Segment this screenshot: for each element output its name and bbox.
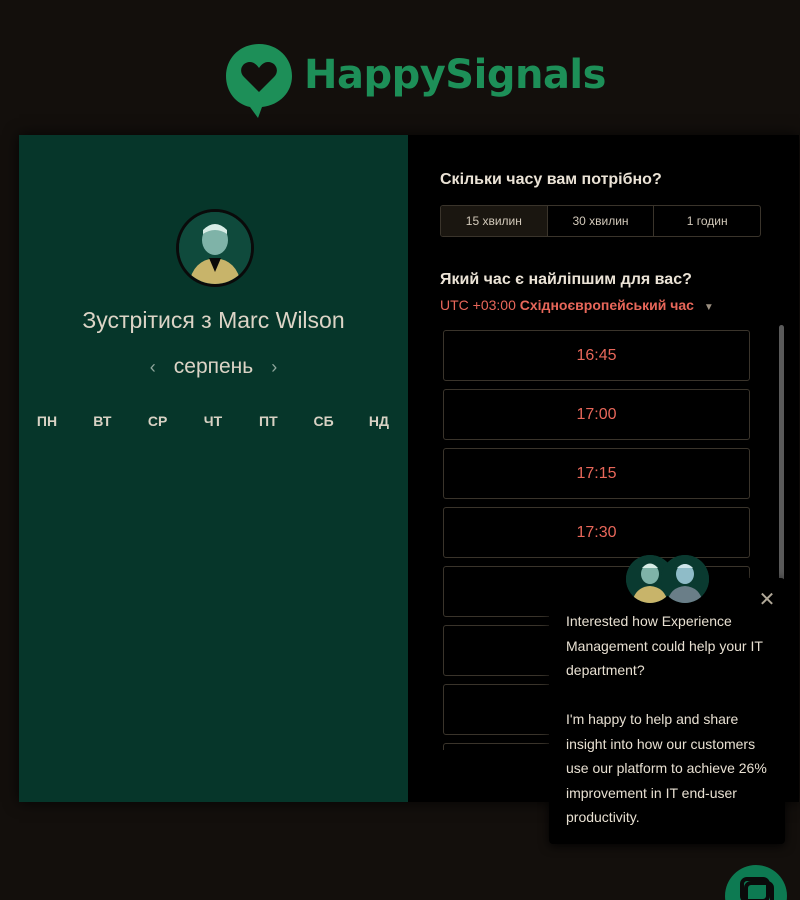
calendar-panel: Зустрітися з Marc Wilson ‹ серпень › ПН … (19, 135, 408, 802)
person-photo-icon (179, 212, 251, 284)
chat-popup: ✕ Interested how Experience Management c… (549, 578, 785, 844)
weekday-fri: ПТ (259, 413, 278, 429)
weekday-tue: ВТ (93, 413, 112, 429)
meeting-title: Зустрітися з Marc Wilson (19, 307, 408, 334)
duration-option-60[interactable]: 1 годин (653, 206, 760, 236)
heart-speech-bubble-icon (226, 44, 292, 118)
happysignals-logo[interactable]: HappySignals (222, 40, 606, 120)
chevron-left-icon[interactable]: ‹ (132, 357, 174, 378)
host-name: Marc Wilson (218, 307, 345, 333)
time-slot[interactable]: 17:00 (443, 389, 750, 440)
time-slot[interactable]: 17:30 (443, 507, 750, 558)
duration-option-30[interactable]: 30 хвилин (546, 206, 654, 236)
host-avatar (176, 209, 254, 287)
timezone-name: Східноєвропейський час (519, 297, 694, 313)
chat-paragraph: I'm happy to help and share insight into… (566, 711, 767, 825)
weekday-header: ПН ВТ СР ЧТ ПТ СБ НД (27, 413, 399, 429)
duration-selector: 15 хвилин 30 хвилин 1 годин (440, 205, 761, 237)
site-header: HappySignals (0, 0, 800, 135)
chevron-right-icon[interactable]: › (253, 357, 295, 378)
chat-message: Interested how Experience Management cou… (566, 609, 771, 830)
timezone-offset: UTC +03:00 (440, 297, 516, 313)
duration-option-15[interactable]: 15 хвилин (441, 206, 547, 236)
weekday-sat: СБ (313, 413, 334, 429)
weekday-thu: ЧТ (203, 413, 223, 429)
meet-prefix: Зустрітися з (82, 307, 212, 333)
month-label: серпень (173, 355, 254, 378)
brand-name: HappySignals (304, 52, 606, 98)
chat-launcher-button[interactable] (725, 865, 787, 900)
month-navigation: ‹ серпень › (19, 355, 408, 379)
weekday-mon: ПН (36, 413, 58, 429)
time-slot[interactable]: 17:15 (443, 448, 750, 499)
chat-paragraph: Interested how Experience Management cou… (566, 613, 763, 678)
timezone-selector[interactable]: UTC +03:00 Східноєвропейський час ▼ (440, 297, 714, 313)
time-slot[interactable]: 16:45 (443, 330, 750, 381)
chat-icon (740, 877, 774, 900)
caret-down-icon: ▼ (703, 302, 714, 313)
time-question: Який час є найліпшим для вас? (440, 271, 692, 288)
duration-question: Скільки часу вам потрібно? (440, 171, 662, 188)
weekday-wed: СР (147, 413, 168, 429)
person-photo-icon (661, 555, 709, 603)
weekday-sun: НД (368, 413, 390, 429)
close-icon[interactable]: ✕ (757, 590, 777, 610)
agent-avatar (661, 555, 709, 603)
